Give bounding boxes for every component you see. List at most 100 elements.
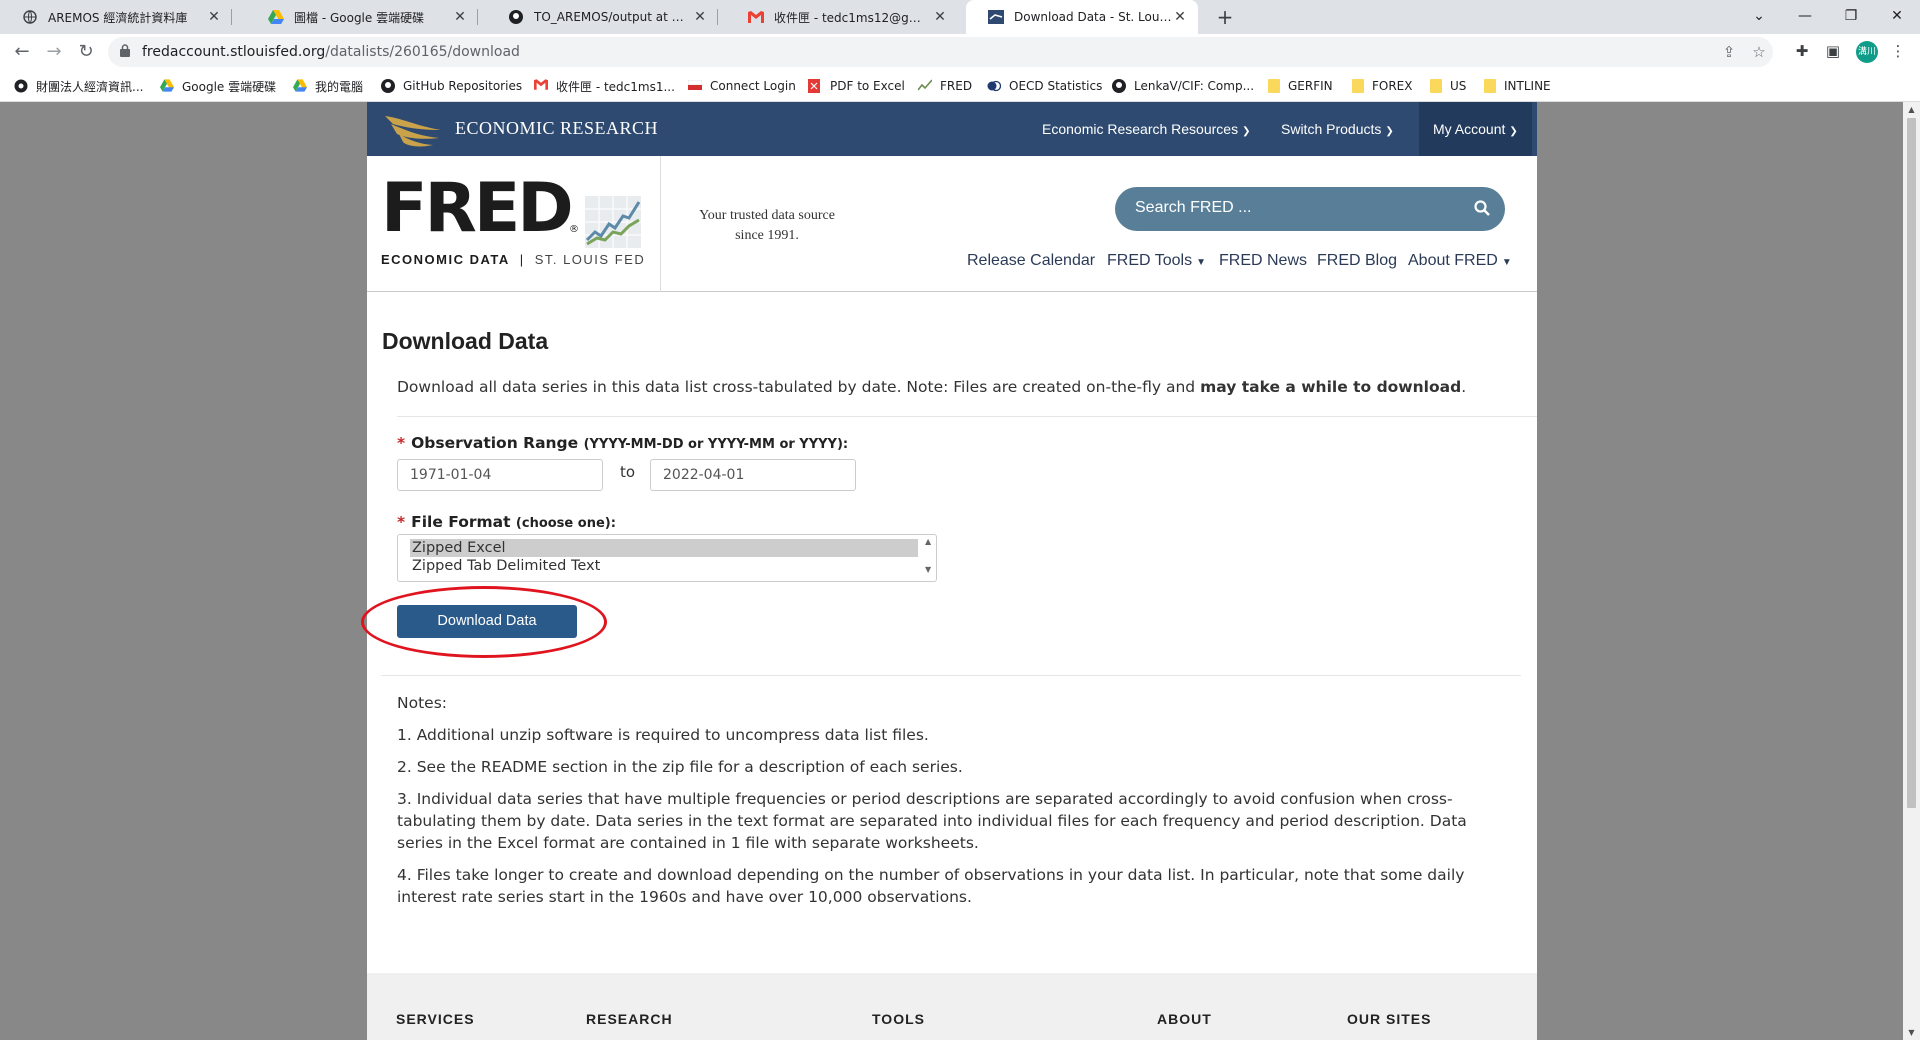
nav-about-fred[interactable]: About FRED ▼	[1408, 252, 1512, 270]
tab-title: TO_AREMOS/output at main · T	[534, 10, 692, 24]
profile-avatar[interactable]: 溝川	[1856, 41, 1878, 63]
globe-icon	[22, 9, 38, 25]
bookmark-item[interactable]: FOREX	[1352, 77, 1413, 95]
notes-title: Notes:	[397, 694, 447, 712]
required-marker: *	[397, 513, 406, 531]
bookmark-item[interactable]: OECD Statistics	[987, 77, 1102, 95]
bookmark-item[interactable]: GitHub Repositories	[381, 77, 522, 95]
notes-section: Notes: 1. Additional unzip software is r…	[397, 692, 1477, 918]
scroll-down-icon[interactable]: ▼	[1906, 1028, 1917, 1037]
google-drive-icon	[293, 79, 307, 93]
close-tab-icon[interactable]: ✕	[932, 9, 948, 25]
page-scrollbar[interactable]: ▲ ▼	[1903, 102, 1920, 1040]
switch-products-menu[interactable]: Switch Products ❯	[1281, 102, 1394, 156]
google-drive-icon	[268, 9, 284, 25]
close-tab-icon[interactable]: ✕	[692, 9, 708, 25]
note-item: 3. Individual data series that have mult…	[397, 790, 1467, 852]
footer-our-sites-heading: OUR SITES	[1347, 1011, 1432, 1027]
folder-icon	[1430, 79, 1442, 93]
range-end-input[interactable]: 2022-04-01	[650, 459, 856, 491]
chevron-down-icon: ❯	[1385, 126, 1394, 137]
search-placeholder: Search FRED ...	[1135, 199, 1252, 216]
stlouisfed-icon	[988, 9, 1004, 25]
range-start-input[interactable]: 1971-01-04	[397, 459, 603, 491]
nav-fred-blog[interactable]: FRED Blog	[1317, 252, 1397, 270]
registered-mark: ®	[569, 224, 579, 235]
reload-icon[interactable]: ↻	[74, 40, 98, 64]
range-to-label: to	[620, 463, 636, 481]
bookmark-item[interactable]: GERFIN	[1268, 77, 1333, 95]
fred-chart-icon	[585, 196, 641, 248]
bookmark-item[interactable]: US	[1430, 77, 1466, 95]
bookmark-item[interactable]: 收件匣 - tedc1ms1...	[534, 77, 675, 95]
note-item: 1. Additional unzip software is required…	[397, 726, 929, 744]
tab-aremos[interactable]: AREMOS 經濟統計資料庫 ✕	[0, 0, 232, 34]
scroll-down-icon: ▼	[925, 565, 932, 574]
bookmark-item[interactable]: Connect Login	[687, 77, 796, 95]
restore-icon[interactable]: ❐	[1828, 0, 1874, 34]
download-data-button[interactable]: Download Data	[397, 605, 577, 638]
search-input[interactable]: Search FRED ...	[1115, 187, 1505, 231]
tab-google-drive[interactable]: 圖檔 - Google 雲端硬碟 ✕	[246, 0, 478, 34]
fred-chart-icon	[917, 79, 933, 93]
nav-fred-tools[interactable]: FRED Tools ▼	[1107, 252, 1206, 270]
bookmark-item[interactable]: FRED	[917, 77, 972, 95]
oecd-icon	[987, 79, 1002, 93]
nav-fred-news[interactable]: FRED News	[1219, 252, 1307, 270]
bookmark-item[interactable]: Google 雲端硬碟	[160, 77, 276, 95]
format-option-zipped-tab-delimited[interactable]: Zipped Tab Delimited Text	[410, 557, 918, 575]
bookmark-item[interactable]: PDF to Excel	[808, 77, 905, 95]
my-account-menu[interactable]: My Account ❯	[1419, 102, 1532, 156]
tab-download-data[interactable]: Download Data - St. Louis Fed ✕	[966, 0, 1198, 34]
footer-services-heading: SERVICES	[396, 1011, 475, 1027]
tab-search-icon[interactable]: ⌄	[1736, 0, 1782, 34]
share-icon[interactable]: ⇪	[1720, 43, 1738, 61]
search-icon[interactable]	[1473, 199, 1491, 217]
folder-icon	[1268, 79, 1280, 93]
close-tab-icon[interactable]: ✕	[452, 9, 468, 25]
footer-research-heading: RESEARCH	[586, 1011, 673, 1027]
close-tab-icon[interactable]: ✕	[206, 9, 222, 25]
eagle-logo-icon[interactable]	[383, 108, 445, 148]
bookmark-item[interactable]: LenkaV/CIF: Comp...	[1112, 77, 1254, 95]
observation-range-label: * Observation Range (YYYY-MM-DD or YYYY-M…	[397, 434, 849, 452]
intro-text: Download all data series in this data li…	[397, 378, 1467, 396]
site-header: FRED ® ECONOMIC DATA | ST. LOUIS FED Your …	[367, 156, 1537, 292]
bookmark-item[interactable]: INTLINE	[1484, 77, 1551, 95]
minimize-icon[interactable]: —	[1782, 0, 1828, 34]
site-topbar: ECONOMIC RESEARCH Economic Research Reso…	[367, 102, 1537, 156]
note-item: 2. See the README section in the zip fil…	[397, 758, 963, 776]
gmail-icon	[748, 9, 764, 25]
file-format-select[interactable]: Zipped Excel Zipped Tab Delimited Text ▲…	[397, 534, 937, 582]
address-bar[interactable]: fredaccount.stlouisfed.org/datalists/260…	[108, 37, 1773, 67]
tab-title: Download Data - St. Louis Fed	[1014, 10, 1172, 24]
close-tab-icon[interactable]: ✕	[1172, 9, 1188, 25]
page-title: Download Data	[382, 328, 549, 354]
scroll-up-icon[interactable]: ▲	[1906, 105, 1917, 114]
side-panel-icon[interactable]: ▣	[1823, 41, 1843, 61]
fred-logo-subtitle: ECONOMIC DATA | ST. LOUIS FED	[381, 252, 646, 267]
github-icon	[1112, 79, 1126, 93]
economic-research-resources-menu[interactable]: Economic Research Resources ❯	[1042, 102, 1250, 156]
chevron-down-icon: ▼	[1196, 257, 1206, 268]
bookmark-item[interactable]: 我的電腦	[293, 77, 363, 95]
extensions-icon[interactable]: ✚	[1792, 41, 1812, 61]
economic-research-brand[interactable]: ECONOMIC RESEARCH	[455, 118, 658, 139]
bookmark-star-icon[interactable]: ☆	[1750, 43, 1768, 61]
close-window-icon[interactable]: ✕	[1874, 0, 1920, 34]
footer-about-heading: ABOUT	[1157, 1011, 1212, 1027]
tab-gmail[interactable]: 收件匣 - tedc1ms12@gmail.com ✕	[726, 0, 958, 34]
scrollbar-thumb[interactable]	[1907, 118, 1916, 808]
menu-icon[interactable]: ⋮	[1888, 41, 1908, 61]
bookmark-item[interactable]: 財團法人經濟資訊...	[14, 77, 143, 95]
tab-github[interactable]: TO_AREMOS/output at main · T ✕	[486, 0, 718, 34]
nav-release-calendar[interactable]: Release Calendar	[967, 252, 1095, 270]
chevron-down-icon: ❯	[1242, 126, 1251, 137]
github-icon	[381, 79, 395, 93]
new-tab-icon[interactable]: +	[1212, 4, 1238, 30]
forward-icon[interactable]: →	[42, 40, 66, 64]
back-icon[interactable]: ←	[10, 40, 34, 64]
folder-icon	[1352, 79, 1364, 93]
listbox-scrollbar[interactable]: ▲ ▼	[922, 535, 936, 581]
format-option-zipped-excel[interactable]: Zipped Excel	[410, 539, 918, 557]
